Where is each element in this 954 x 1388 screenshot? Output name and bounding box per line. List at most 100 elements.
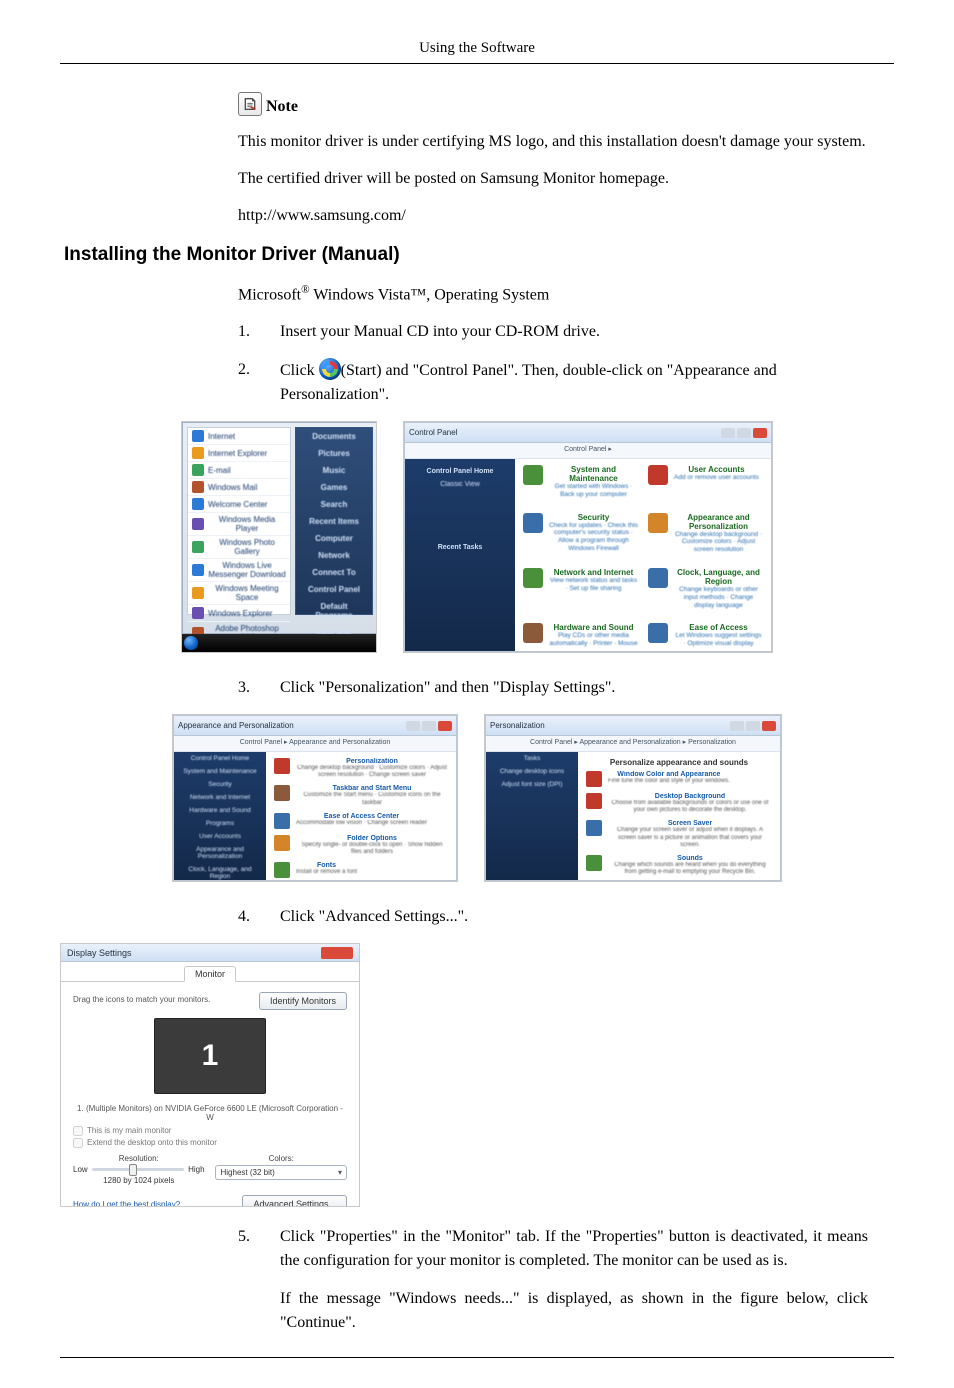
start-orb-icon (184, 636, 198, 650)
advanced-settings-button: Advanced Settings... (242, 1195, 347, 1207)
ap-item-icon (274, 785, 290, 801)
ap-item: Ease of Access CenterAccommodate low vis… (274, 813, 448, 829)
app-icon (192, 464, 204, 476)
window-titlebar: Display Settings (61, 944, 359, 962)
category-links: Change desktop background · Customize co… (674, 531, 763, 554)
category-title: Network and Internet (549, 568, 638, 577)
pers-item-icon (586, 793, 602, 809)
resolution-slider: Low High (73, 1165, 205, 1174)
category-icon (523, 513, 543, 533)
step-num: 1. (238, 320, 254, 344)
ap-nav-item: Control Panel Home (174, 752, 266, 765)
taskbar (182, 634, 376, 652)
colors-label: Colors: (215, 1154, 347, 1163)
category-title: Ease of Access (674, 623, 763, 632)
ap-item: Taskbar and Start MenuCustomize the Star… (274, 785, 448, 806)
startmenu-side-item: Recent Items (296, 513, 372, 530)
figure-step4: Display Settings Monitor Drag the icons … (60, 943, 894, 1207)
note-icon (238, 92, 262, 116)
startmenu-side-item: Control Panel (296, 581, 372, 598)
category-links: Check for updates · Check this computer'… (549, 522, 638, 553)
category-links: Get started with Windows · Back up your … (549, 483, 638, 499)
startmenu-side-item: Computer (296, 530, 372, 547)
cp-category: Network and InternetView network status … (523, 568, 638, 609)
ap-item-icon (274, 835, 290, 851)
step-text: Click "Personalization" and then "Displa… (280, 676, 868, 700)
pers-heading: Personalize appearance and sounds (586, 758, 772, 767)
ap-item: Folder OptionsSpecify single- or double-… (274, 835, 448, 856)
tab-strip: Monitor (61, 962, 359, 982)
category-title: System and Maintenance (549, 465, 638, 483)
screenshot-display-settings: Display Settings Monitor Drag the icons … (60, 943, 360, 1207)
step-5: 5. Click "Properties" in the "Monitor" t… (238, 1225, 868, 1335)
cp-category: Hardware and SoundPlay CDs or other medi… (523, 623, 638, 648)
ap-nav-item: Network and Internet (174, 791, 266, 804)
tab-monitor: Monitor (184, 966, 236, 982)
ap-item: FontsInstall or remove a font (274, 862, 448, 878)
category-icon (648, 513, 668, 533)
close-icon (753, 428, 767, 438)
footer-rule (60, 1357, 894, 1358)
section-subhead: Microsoft® Windows Vista™, Operating Sys… (238, 282, 868, 307)
startmenu-item: Welcome Center (188, 496, 290, 513)
step-num: 5. (238, 1225, 254, 1335)
pers-nav-item: Tasks (486, 752, 578, 765)
cp-tasks-head: Control Panel Home (411, 465, 509, 478)
app-icon (192, 481, 204, 493)
step-text: Insert your Manual CD into your CD-ROM d… (280, 320, 868, 344)
startmenu-item: Windows Photo Gallery (188, 536, 290, 559)
pers-nav-item: Change desktop icons (486, 765, 578, 778)
startmenu-item: Internet (188, 428, 290, 445)
start-orb-icon (319, 358, 341, 380)
screenshot-personalization: Personalization Control Panel ▸ Appearan… (484, 714, 782, 882)
startmenu-side-item: Default Programs (296, 598, 372, 624)
cp-recent-head: Recent Tasks (411, 541, 509, 554)
startmenu-side-item: Documents (296, 428, 372, 445)
minimize-icon (721, 428, 735, 438)
pers-item-icon (586, 820, 602, 836)
figure-step3: Appearance and Personalization Control P… (60, 714, 894, 887)
pers-item: Window Color and AppearanceFine tune the… (586, 771, 772, 787)
app-icon (192, 447, 204, 459)
resolution-label: Resolution: (73, 1154, 205, 1163)
pers-item: Screen SaverChange your screen saver or … (586, 820, 772, 849)
cp-category: User AccountsAdd or remove user accounts (648, 465, 763, 499)
app-icon (192, 430, 204, 442)
ap-nav-item: Hardware and Sound (174, 804, 266, 817)
startmenu-item: Windows Meeting Space (188, 582, 290, 605)
header-rule (60, 63, 894, 64)
startmenu-item: Windows Media Player (188, 513, 290, 536)
ap-nav-item: Clock, Language, and Region (174, 863, 266, 882)
step-1: 1. Insert your Manual CD into your CD-RO… (238, 320, 868, 344)
chevron-down-icon: ▾ (338, 1168, 342, 1177)
device-name: 1. (Multiple Monitors) on NVIDIA GeForce… (73, 1104, 347, 1122)
category-title: Appearance and Personalization (674, 513, 763, 531)
cp-category: Appearance and PersonalizationChange des… (648, 513, 763, 554)
ap-nav-item: System and Maintenance (174, 765, 266, 778)
pers-item: SoundsChange which sounds are heard when… (586, 855, 772, 876)
step-4: 4. Click "Advanced Settings...". (238, 905, 868, 929)
app-icon (192, 587, 204, 599)
ap-item: PersonalizationChange desktop background… (274, 758, 448, 779)
ap-nav-item: Appearance and Personalization (174, 843, 266, 863)
note-label: Note (266, 98, 298, 116)
section-heading: Installing the Monitor Driver (Manual) (64, 244, 894, 266)
cp-task: Classic View (411, 478, 509, 491)
category-icon (523, 465, 543, 485)
category-icon (648, 623, 668, 643)
ap-nav-item: Security (174, 778, 266, 791)
ap-item-icon (274, 758, 290, 774)
step-text-2: If the message "Windows needs..." is dis… (280, 1287, 868, 1335)
startmenu-side-item: Network (296, 547, 372, 564)
note-block: Note (238, 92, 868, 116)
category-links: Let Windows suggest settings · Optimize … (674, 632, 763, 648)
startmenu-item: Windows Explorer (188, 605, 290, 622)
step-text: Click "Advanced Settings...". (280, 905, 868, 929)
ap-nav-item: Programs (174, 817, 266, 830)
step-2: 2. Click (Start) and "Control Panel". Th… (238, 358, 868, 407)
app-icon (192, 518, 204, 530)
category-links: View network status and tasks · Set up f… (549, 577, 638, 593)
cp-category: Ease of AccessLet Windows suggest settin… (648, 623, 763, 648)
figure-step2: InternetInternet ExplorerE-mailWindows M… (60, 421, 894, 658)
startmenu-item: Internet Explorer (188, 445, 290, 462)
